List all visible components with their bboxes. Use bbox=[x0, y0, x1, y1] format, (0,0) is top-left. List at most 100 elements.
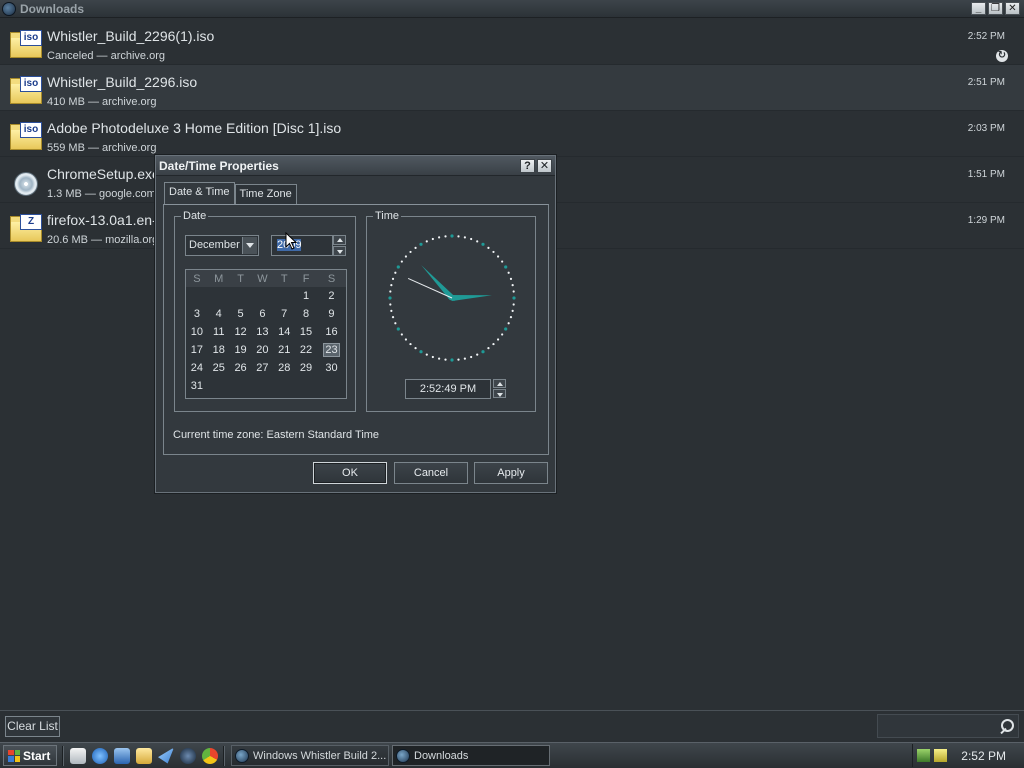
calendar-day[interactable]: 19 bbox=[230, 341, 252, 359]
calendar-day[interactable]: 11 bbox=[208, 323, 230, 341]
search-input[interactable] bbox=[877, 714, 1019, 738]
tab-date-time[interactable]: Date & Time bbox=[164, 182, 235, 204]
minute-mark bbox=[496, 338, 500, 341]
explorer-folder-icon[interactable] bbox=[136, 747, 152, 764]
calendar-day[interactable]: 18 bbox=[208, 341, 230, 359]
task-downloads[interactable]: Downloads bbox=[392, 745, 550, 766]
apply-button[interactable]: Apply bbox=[474, 462, 548, 484]
calendar-day[interactable]: 17 bbox=[186, 341, 208, 359]
spin-down-icon[interactable] bbox=[333, 246, 346, 256]
calendar-day[interactable]: 5 bbox=[230, 305, 252, 323]
network-icon[interactable] bbox=[917, 749, 930, 762]
zip-file-icon: Z bbox=[10, 214, 42, 242]
hour-mark bbox=[419, 242, 423, 246]
tab-time-zone[interactable]: Time Zone bbox=[234, 184, 297, 204]
show-desktop-icon[interactable] bbox=[70, 747, 86, 764]
calendar-empty bbox=[186, 287, 208, 305]
calendar-empty bbox=[230, 377, 252, 395]
calendar-grid: SMTWTFS 1 2 3 4 5 6 7 8 9 10 11 12 13 14 15 16 17 18 19 20 2… bbox=[185, 269, 347, 399]
month-select[interactable]: December bbox=[185, 235, 259, 256]
calendar-day[interactable]: 21 bbox=[273, 341, 295, 359]
calendar-day[interactable]: 24 bbox=[186, 359, 208, 377]
maximize-button[interactable]: ❐ bbox=[988, 2, 1003, 15]
calendar-day[interactable]: 8 bbox=[295, 305, 317, 323]
dialog-close-button[interactable]: ✕ bbox=[537, 159, 552, 173]
minute-mark bbox=[400, 260, 403, 263]
weekday-header: W bbox=[251, 270, 274, 287]
task-windows-whistler[interactable]: Windows Whistler Build 2... bbox=[231, 745, 389, 766]
download-item[interactable]: iso Whistler_Build_2296.iso 410 MB — arc… bbox=[0, 65, 1024, 111]
spin-up-icon[interactable] bbox=[493, 379, 506, 388]
minute-mark bbox=[414, 347, 417, 350]
download-item[interactable]: iso Adobe Photodeluxe 3 Home Edition [Di… bbox=[0, 111, 1024, 157]
search-icon[interactable] bbox=[1000, 719, 1014, 733]
download-name: ChromeSetup.exe bbox=[47, 166, 160, 182]
time-stepper[interactable] bbox=[493, 379, 506, 399]
hour-mark bbox=[450, 234, 454, 238]
calendar-day[interactable]: 28 bbox=[273, 359, 295, 377]
cancel-button[interactable]: Cancel bbox=[394, 462, 468, 484]
calendar-day[interactable]: 6 bbox=[251, 305, 273, 323]
calendar-day[interactable]: 25 bbox=[208, 359, 230, 377]
firefox-globe-icon[interactable] bbox=[180, 747, 196, 764]
dialog-titlebar: Date/Time Properties ? ✕ bbox=[156, 156, 555, 176]
calendar-day[interactable]: 1 bbox=[295, 287, 317, 305]
taskbar-clock[interactable]: 2:52 PM bbox=[961, 749, 1006, 763]
download-time: 2:51 PM bbox=[967, 77, 1005, 88]
help-button[interactable]: ? bbox=[520, 159, 535, 173]
clear-list-button[interactable]: Clear List bbox=[5, 716, 60, 737]
calendar-day[interactable]: 27 bbox=[251, 359, 273, 377]
calendar-day[interactable]: 29 bbox=[295, 359, 317, 377]
calendar-day[interactable]: 7 bbox=[273, 305, 295, 323]
task-label: Windows Whistler Build 2... bbox=[253, 749, 387, 762]
calendar-day[interactable]: 10 bbox=[186, 323, 208, 341]
calendar-day[interactable]: 12 bbox=[230, 323, 252, 341]
calendar-day[interactable]: 30 bbox=[317, 359, 346, 377]
start-button[interactable]: Start bbox=[3, 745, 57, 766]
calendar-day[interactable]: 13 bbox=[251, 323, 273, 341]
date-group: Date December 2009 SMTWTFS 1 2 3 4 5 6 7 8 9 10 11… bbox=[174, 210, 356, 412]
calendar-day[interactable]: 23 bbox=[317, 341, 346, 359]
close-button[interactable]: ✕ bbox=[1005, 2, 1020, 15]
spin-up-icon[interactable] bbox=[333, 235, 346, 245]
ok-button[interactable]: OK bbox=[313, 462, 387, 484]
minute-mark bbox=[438, 236, 441, 239]
download-name: Adobe Photodeluxe 3 Home Edition [Disc 1… bbox=[47, 120, 342, 136]
calendar-day[interactable]: 31 bbox=[186, 377, 208, 395]
internet-explorer-icon[interactable] bbox=[92, 747, 108, 764]
volume-icon[interactable] bbox=[934, 749, 947, 762]
minute-mark bbox=[492, 250, 495, 254]
year-input[interactable]: 2009 bbox=[271, 235, 333, 256]
mouse-cursor-icon bbox=[285, 232, 297, 250]
calendar-day[interactable]: 15 bbox=[295, 323, 317, 341]
calendar-day[interactable]: 26 bbox=[230, 359, 252, 377]
calendar-day[interactable]: 9 bbox=[317, 305, 346, 323]
calendar-day[interactable]: 4 bbox=[208, 305, 230, 323]
calendar-day[interactable]: 3 bbox=[186, 305, 208, 323]
minute-mark bbox=[507, 271, 510, 274]
spin-down-icon[interactable] bbox=[493, 389, 506, 398]
iso-file-icon: iso bbox=[10, 76, 42, 104]
chrome-icon[interactable] bbox=[202, 747, 218, 764]
minute-mark bbox=[391, 277, 395, 280]
download-item[interactable]: iso Whistler_Build_2296(1).iso Canceled … bbox=[0, 19, 1024, 65]
year-stepper[interactable] bbox=[333, 235, 346, 256]
download-meta: 20.6 MB — mozilla.org bbox=[47, 234, 159, 246]
minute-mark bbox=[425, 240, 428, 243]
minimize-button[interactable]: _ bbox=[971, 2, 986, 15]
messenger-plane-icon[interactable] bbox=[158, 747, 174, 764]
minute-mark bbox=[394, 322, 397, 325]
calendar-day[interactable]: 14 bbox=[273, 323, 295, 341]
minute-mark bbox=[394, 271, 397, 274]
calendar-day[interactable]: 22 bbox=[295, 341, 317, 359]
outlook-express-icon[interactable] bbox=[114, 747, 130, 764]
chevron-down-icon[interactable] bbox=[242, 237, 257, 254]
calendar-day[interactable]: 16 bbox=[317, 323, 346, 341]
hour-mark bbox=[504, 265, 508, 269]
month-value: December bbox=[189, 239, 240, 251]
calendar-empty bbox=[208, 377, 230, 395]
retry-icon[interactable]: ↻ bbox=[996, 50, 1008, 62]
time-input[interactable]: 2:52:49 PM bbox=[405, 379, 491, 399]
calendar-day[interactable]: 2 bbox=[317, 287, 346, 305]
calendar-day[interactable]: 20 bbox=[251, 341, 273, 359]
